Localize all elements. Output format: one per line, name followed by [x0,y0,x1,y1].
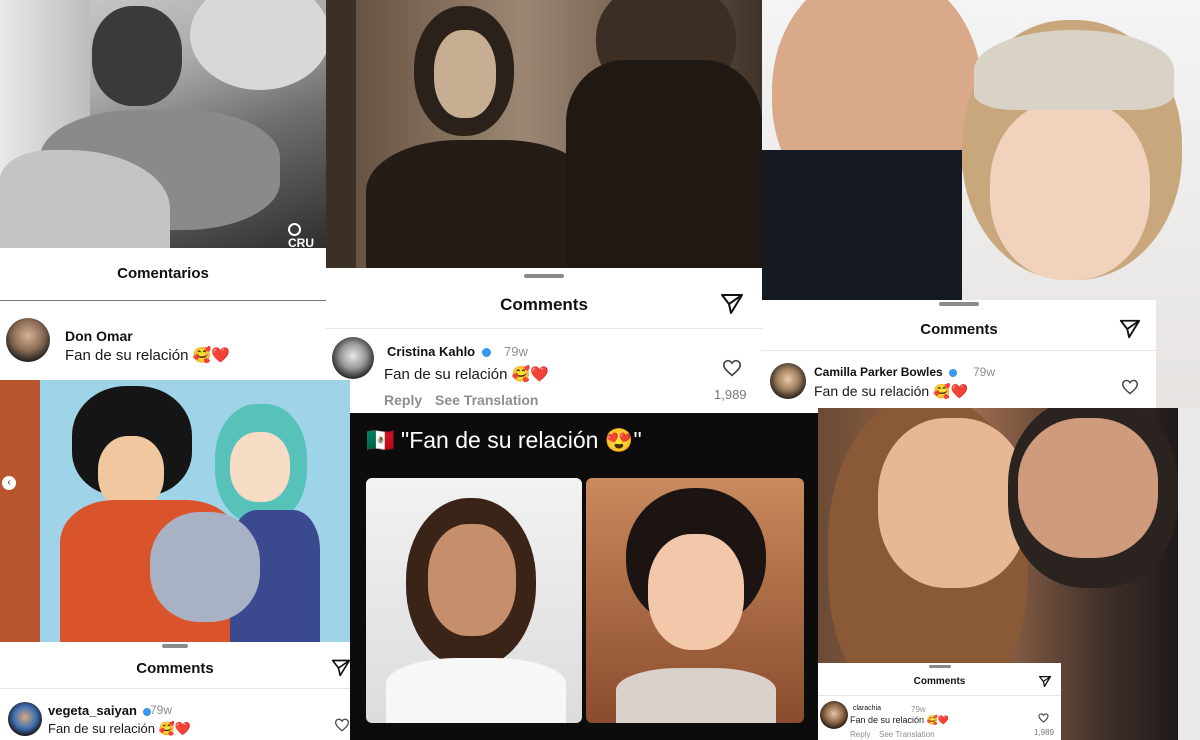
heart-icon[interactable] [334,718,350,732]
caption-line: 🇲🇽 "Fan de su relación 😍" [366,427,642,454]
comment-text: Fan de su relación 🥰❤️ [48,721,191,736]
comment-text: Fan de su relación 🥰❤️ [850,715,949,725]
sepia-couple-photo [326,0,762,268]
comment-text: Fan de su relación 🥰❤️ [65,347,230,364]
avatar[interactable] [332,337,374,379]
vegeta-tile: ‹ Comments vegeta_saiyan 79w Fan de su r… [0,380,350,740]
cartoon-couple-image: ‹ [0,380,350,642]
verified-badge-icon [481,348,491,358]
watermark-logo: CRU [288,222,326,248]
don-omar-tile: CRU Comentarios Don Omar Fan de su relac… [0,0,326,380]
like-count: 1,989 [1034,728,1055,737]
sheet-handle[interactable] [928,665,951,668]
comment-username[interactable]: clarachia [853,705,881,712]
comment-time: 79w [911,705,926,714]
sheet-title: Comments [500,295,588,314]
comment-time: 79w [504,344,528,359]
right-portrait-photo [586,478,804,723]
comment-username[interactable]: Don Omar [65,328,133,344]
heart-icon[interactable] [1038,713,1049,723]
avatar[interactable] [820,701,848,729]
send-icon[interactable] [1118,318,1142,340]
sheet-handle[interactable] [162,644,188,648]
grayscale-couple-photo: CRU [0,0,326,248]
comment-username[interactable]: Cristina Kahlo [387,344,491,359]
comment-text: Fan de su relación 🥰❤️ [814,383,968,399]
camilla-tile: Comments Camilla Parker Bowles 79w Fan d… [762,0,1200,408]
sheet-handle[interactable] [524,274,564,278]
sheet-title: Comentarios [117,265,209,282]
mexico-flag-icon: 🇲🇽 [366,428,395,454]
heart-icon[interactable] [722,359,742,377]
sheet-handle[interactable] [939,302,979,306]
sheet-title: Comments [136,660,214,677]
sheet-title: Comments [920,321,998,338]
send-icon[interactable] [719,292,745,316]
send-icon[interactable] [330,658,350,678]
comment-username[interactable]: vegeta_saiyan [48,703,151,718]
avatar[interactable] [770,363,806,399]
left-portrait-photo [366,478,582,723]
see-translation-button[interactable]: See Translation [435,392,538,408]
see-translation-button[interactable]: See Translation [879,730,935,739]
comments-sheet: Comments clarachia 79w Fan de su relació… [818,663,1061,740]
verified-badge-icon [949,368,958,377]
comment-text: Fan de su relación 🥰❤️ [384,366,549,383]
divider [0,688,350,689]
divider [762,350,1156,351]
reply-button[interactable]: Reply [850,730,870,739]
divider [818,695,1061,696]
comments-sheet: Comments Camilla Parker Bowles 79w Fan d… [762,300,1156,408]
comments-sheet: Comments Cristina Kahlo 79w Fan de su re… [326,268,762,413]
avatar[interactable] [6,318,50,362]
comment-time: 79w [973,365,996,379]
send-icon[interactable] [1038,675,1052,688]
sheet-title: Comments [913,676,966,687]
comment-time: 79w [150,703,173,717]
divider [0,300,326,301]
reply-button[interactable]: Reply [384,392,422,408]
news-graphic-tile: 🇲🇽 "Fan de su relación 😍" [350,413,818,740]
caption-overflow [370,413,670,417]
carousel-prev-icon[interactable]: ‹ [2,476,16,490]
clarachia-tile: Comments clarachia 79w Fan de su relació… [818,408,1200,740]
comments-sheet: Comentarios Don Omar Fan de su relación … [0,248,326,380]
comments-sheet: Comments vegeta_saiyan 79w Fan de su rel… [0,642,350,740]
comment-username[interactable]: Camilla Parker Bowles [814,365,958,379]
like-count: 1,989 [714,387,747,402]
divider [326,328,762,329]
avatar[interactable] [8,702,42,736]
heart-icon[interactable] [1121,379,1139,395]
caption-text: "Fan de su relación 😍" [401,427,642,453]
cristina-kahlo-tile: Comments Cristina Kahlo 79w Fan de su re… [326,0,762,413]
